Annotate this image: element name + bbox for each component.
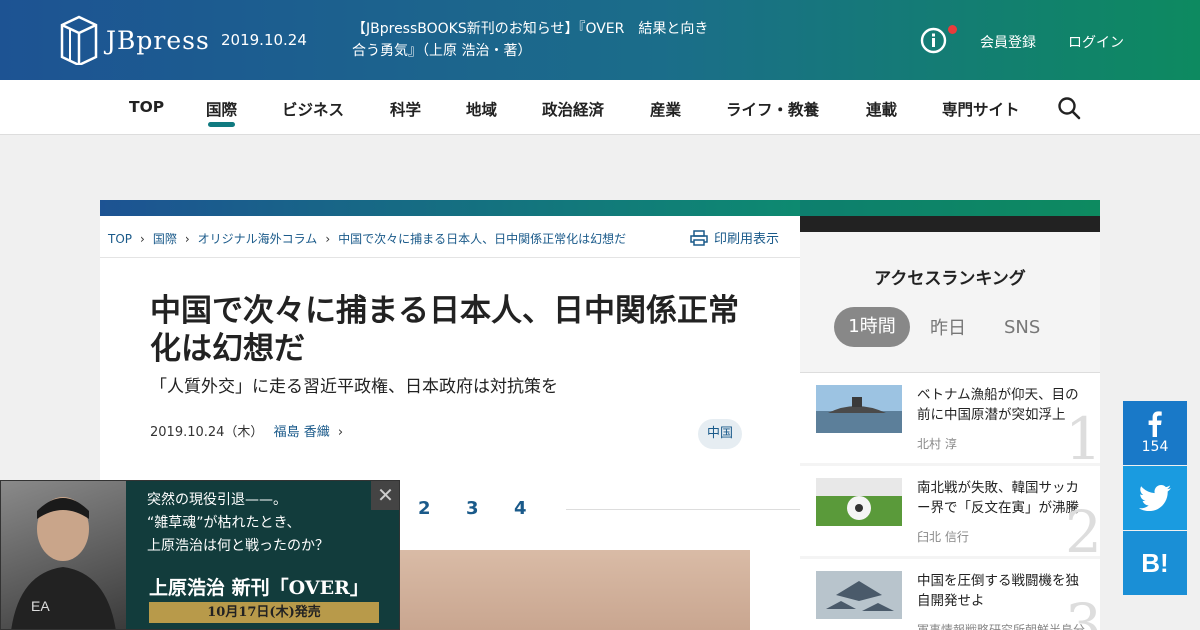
ad-person-photo: EA	[1, 481, 126, 629]
ranking-item[interactable]: ベトナム漁船が仰天、目の前に中国原潜が突如浮上 北村 淳 1	[800, 373, 1100, 463]
breadcrumb-divider	[100, 257, 800, 258]
nav-item-industry[interactable]: 産業	[650, 98, 681, 120]
facebook-share-button[interactable]: 154	[1123, 401, 1187, 465]
nav-item-specialty-sites[interactable]: 専門サイト	[942, 98, 1020, 120]
article-date: 2019.10.24（木）	[150, 425, 264, 440]
author-name: 福島 香織	[273, 425, 330, 440]
author-link[interactable]: 福島 香織 ›	[274, 425, 343, 440]
nav-item-life-culture[interactable]: ライフ・教養	[726, 98, 819, 120]
ranking-number: 2	[1065, 498, 1100, 556]
ad-person-silhouette: EA	[11, 497, 116, 629]
chevron-right-icon: ›	[337, 425, 344, 440]
main-nav: TOP 国際 ビジネス 科学 地域 政治経済 産業 ライフ・教養 連載 専門サイ…	[0, 80, 1200, 135]
ranking-item-author: 臼北 信行	[917, 530, 969, 544]
ad-copy-line3: 上原浩治は何と戦ったのか？	[147, 538, 329, 554]
breadcrumb: TOP › 国際 › オリジナル海外コラム › 中国で次々に捕まる日本人、日中関係正常化は幻…	[108, 230, 626, 247]
sidebar-top-band	[800, 200, 1100, 216]
nav-item-international[interactable]: 国際	[206, 98, 237, 120]
article-meta: 2019.10.24（木） 福島 香織 ›	[150, 421, 343, 440]
login-link[interactable]: ログイン	[1068, 32, 1124, 52]
access-ranking-sidebar: アクセスランキング 1時間 昨日 SNS ベトナム漁船が仰天、目の前に中国原潜が…	[800, 232, 1100, 630]
nav-item-series[interactable]: 連載	[866, 98, 897, 120]
ranking-item-title: 中国を圧倒する戦闘機を独自開発せよ	[917, 573, 1079, 609]
ranking-title: アクセスランキング	[874, 269, 1026, 289]
ranking-thumbnail-submarine	[816, 385, 902, 433]
facebook-icon	[1148, 411, 1162, 437]
print-label: 印刷用表示	[714, 232, 780, 247]
article-title: 中国で次々に捕まる日本人、日中関係正常化は幻想だ	[150, 293, 739, 367]
ranking-item[interactable]: 南北戦が失敗、韓国サッカー界で「反文在寅」が沸騰 臼北 信行 2	[800, 466, 1100, 556]
info-icon[interactable]	[920, 27, 947, 54]
breadcrumb-international[interactable]: 国際	[153, 232, 177, 246]
search-icon[interactable]	[1057, 96, 1081, 120]
tab-yesterday[interactable]: 昨日	[930, 314, 966, 340]
page-link-3[interactable]: 3	[466, 498, 514, 519]
article-main-image	[400, 550, 750, 630]
ranking-item[interactable]: 中国を圧倒する戦闘機を独自開発せよ 軍事情報戦略研究所朝鮮半島分 3	[800, 559, 1100, 630]
ad-copy: 突然の現役引退——。 “雑草魂”が枯れたとき、 上原浩治は何と戦ったのか？	[147, 489, 329, 558]
printer-icon	[690, 229, 708, 246]
close-icon[interactable]: ✕	[371, 481, 399, 510]
twitter-bird-icon	[1139, 485, 1171, 511]
notification-dot	[948, 25, 957, 34]
header-date: 2019.10.24	[221, 31, 307, 49]
nav-item-science[interactable]: 科学	[390, 98, 421, 120]
article-subtitle: 「人質外交」に走る習近平政権、日本政府は対抗策を	[150, 377, 558, 397]
top-header-bar: JBpress 2019.10.24 【JBpressBOOKS新刊のお知らせ】…	[0, 0, 1200, 80]
breadcrumb-current: 中国で次々に捕まる日本人、日中関係正常化は幻想だ	[338, 232, 627, 246]
nav-active-indicator	[208, 122, 235, 127]
twitter-share-button[interactable]	[1123, 466, 1187, 530]
ranking-item-author: 軍事情報戦略研究所朝鮮半島分	[917, 623, 1086, 630]
print-button[interactable]: 印刷用表示	[690, 228, 779, 247]
ad-copy-line2: “雑草魂”が枯れたとき、	[147, 515, 301, 531]
breadcrumb-separator-icon: ›	[325, 232, 331, 246]
ranking-tabs: 1時間 昨日 SNS	[834, 307, 1060, 347]
ranking-item-title: ベトナム漁船が仰天、目の前に中国原潜が突如浮上	[917, 387, 1079, 423]
page-link-4[interactable]: 4	[514, 498, 562, 519]
page-link-2[interactable]: 2	[418, 498, 466, 519]
hatena-bookmark-icon: B!	[1141, 547, 1169, 578]
breadcrumb-column[interactable]: オリジナル海外コラム	[198, 232, 318, 246]
nav-item-top[interactable]: TOP	[129, 98, 164, 116]
site-logo[interactable]: JBpress	[60, 15, 210, 65]
tab-sns[interactable]: SNS	[1004, 317, 1040, 338]
page-nav-divider	[566, 509, 800, 510]
ad-copy-line1: 突然の現役引退——。	[147, 492, 287, 508]
ad-release-date: 10月17日(木)発売	[149, 602, 379, 623]
tag-china[interactable]: 中国	[698, 419, 742, 449]
register-link[interactable]: 会員登録	[980, 32, 1036, 52]
ranking-number: 1	[1065, 405, 1100, 463]
nav-item-region[interactable]: 地域	[466, 98, 497, 120]
logo-text: JBpress	[106, 25, 210, 55]
breadcrumb-separator-icon: ›	[184, 232, 190, 246]
facebook-share-count: 154	[1141, 439, 1169, 455]
ranking-thumbnail-fighter-jets	[816, 571, 902, 619]
hatena-bookmark-button[interactable]: B!	[1123, 531, 1187, 595]
ad-book-title: 上原浩治 新刊「OVER」	[149, 577, 369, 599]
ranking-item-title: 南北戦が失敗、韓国サッカー界で「反文在寅」が沸騰	[917, 480, 1079, 516]
logo-cube-icon	[60, 15, 98, 65]
ranking-thumbnail-soccer-ball	[816, 478, 902, 526]
tab-1-hour[interactable]: 1時間	[834, 307, 910, 347]
nav-item-business[interactable]: ビジネス	[282, 98, 344, 120]
book-ad-banner[interactable]: EA 突然の現役引退——。 “雑草魂”が枯れたとき、 上原浩治は何と戦ったのか？…	[0, 480, 400, 630]
svg-text:EA: EA	[31, 598, 50, 614]
breadcrumb-top[interactable]: TOP	[108, 232, 132, 246]
ranking-item-author: 北村 淳	[917, 437, 957, 451]
ranking-number: 3	[1065, 591, 1100, 630]
article-top-band	[100, 200, 800, 216]
page-navigation: 2 3 4	[418, 498, 562, 519]
sidebar-dark-band	[800, 216, 1100, 232]
nav-item-politics-economy[interactable]: 政治経済	[542, 98, 604, 120]
header-notice-link[interactable]: 【JBpressBOOKS新刊のお知らせ】『OVER 結果と向き合う勇気』（上原…	[352, 18, 712, 62]
breadcrumb-separator-icon: ›	[140, 232, 145, 246]
